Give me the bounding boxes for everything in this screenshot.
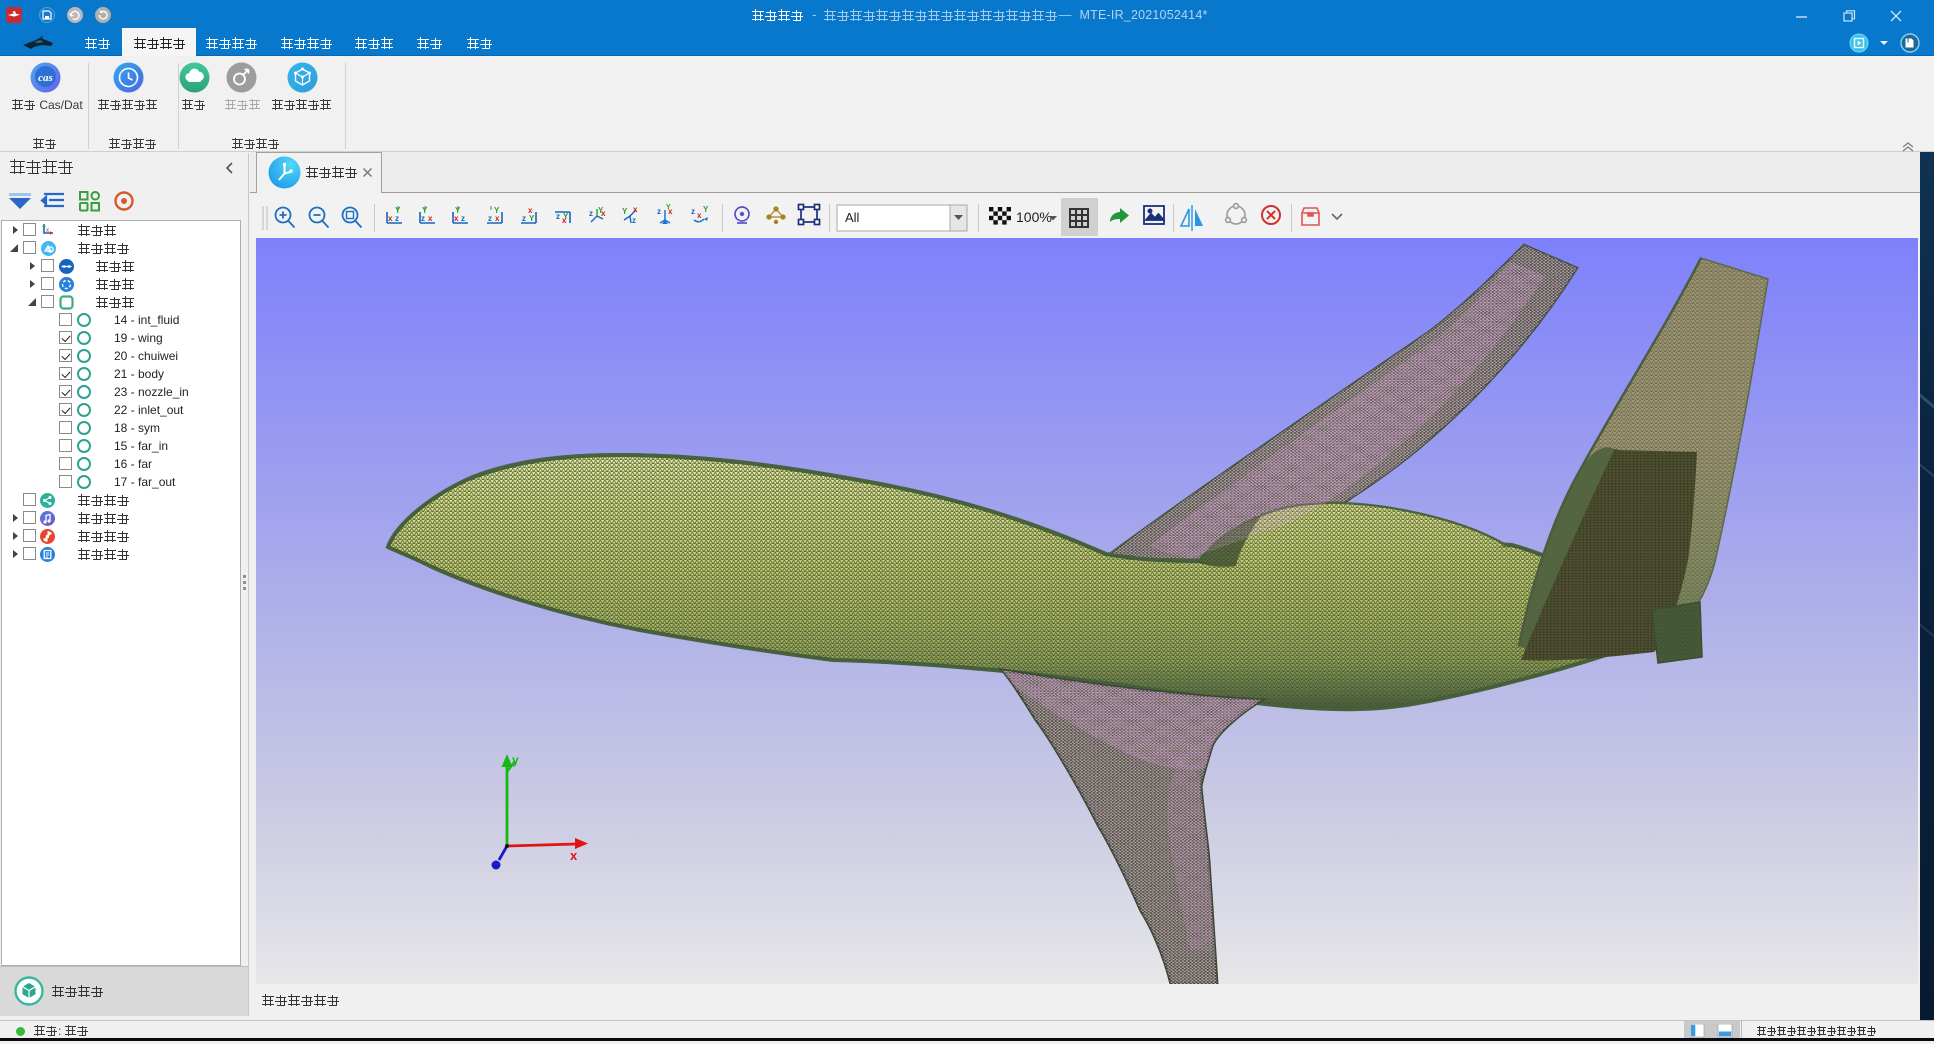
svg-text:x: x (388, 214, 393, 223)
svg-text:z: z (657, 207, 661, 216)
svg-text:Y: Y (622, 207, 628, 216)
svg-text:x: x (46, 228, 49, 234)
svg-text:Y: Y (494, 206, 500, 215)
svg-text:x: x (601, 209, 606, 218)
svg-text:z: z (461, 214, 465, 223)
svg-text:z: z (395, 214, 399, 223)
svg-text:Y: Y (703, 205, 709, 214)
svg-text:100%: 100% (1016, 209, 1052, 225)
svg-text:cas: cas (38, 72, 53, 84)
svg-text:z: z (589, 209, 593, 218)
svg-text:x: x (528, 206, 533, 215)
svg-text:x: x (428, 214, 433, 223)
svg-text:x: x (454, 214, 459, 223)
svg-text:All: All (845, 210, 860, 225)
svg-text:x: x (495, 214, 500, 223)
svg-text:z: z (488, 214, 492, 223)
svg-text:x: x (570, 848, 578, 863)
svg-text:x: x (562, 216, 567, 225)
svg-text:Y: Y (529, 214, 535, 223)
svg-text:x: x (697, 211, 702, 220)
svg-text:y: y (512, 753, 519, 767)
svg-text:z: z (522, 214, 526, 223)
svg-text:z: z (632, 216, 636, 225)
svg-text:z: z (556, 212, 560, 221)
svg-text:Y: Y (666, 204, 671, 211)
svg-text:z: z (421, 214, 425, 223)
svg-text:z: z (691, 207, 695, 216)
svg-text:x: x (633, 205, 638, 214)
